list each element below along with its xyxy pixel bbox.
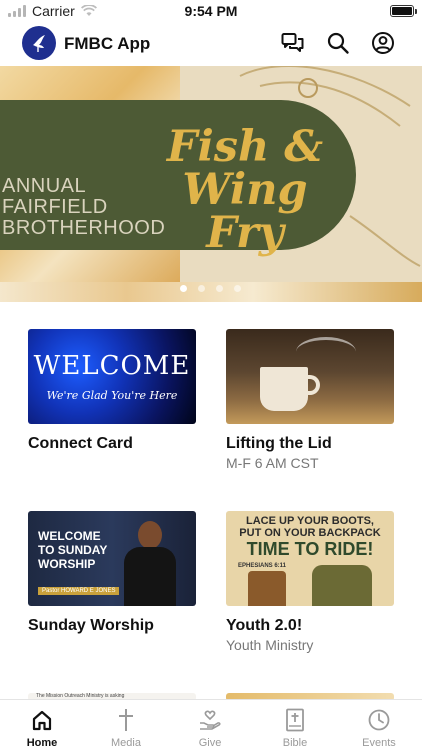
card-subtitle: Youth Ministry <box>226 637 314 653</box>
dove-icon <box>33 35 45 52</box>
boot-shape <box>248 571 286 606</box>
card-youth[interactable]: LACE UP YOUR BOOTS, PUT ON YOUR BACKPACK… <box>226 511 394 653</box>
thumb-text: WELCOME TO SUNDAY WORSHIP <box>38 529 108 571</box>
card-title: Lifting the Lid <box>226 435 332 452</box>
tab-media[interactable]: Media <box>84 700 168 750</box>
thumb-headline: TIME TO RIDE! <box>246 539 374 559</box>
carousel-dot-3[interactable] <box>216 285 223 292</box>
card-thumbnail: WELCOME We're Glad You're Here <box>28 329 196 424</box>
chat-icon[interactable] <box>280 30 306 56</box>
card-title: Sunday Worship <box>28 617 154 634</box>
carousel-dot-1[interactable] <box>180 285 187 292</box>
tab-events[interactable]: Events <box>337 700 421 750</box>
tab-label: Bible <box>282 737 308 749</box>
hero-banner[interactable]: ANNUAL FAIRFIELD BROTHERHOOD Fish & Wing… <box>0 66 422 302</box>
banner-title: Fish & Wing Fry <box>166 122 324 258</box>
tab-home[interactable]: Home <box>0 700 84 750</box>
carousel-dot-2[interactable] <box>198 285 205 292</box>
thumb-text: WELCOME <box>33 351 191 381</box>
search-icon[interactable] <box>325 30 351 56</box>
home-icon <box>30 708 54 732</box>
status-bar: Carrier 9:54 PM <box>0 0 422 22</box>
pastor-tag: Pastor HOWARD E JONES <box>38 587 120 595</box>
steam-shape <box>296 337 356 367</box>
carousel-dots[interactable] <box>180 285 241 292</box>
app-logo[interactable] <box>22 26 56 60</box>
pastor-figure <box>124 521 176 606</box>
tab-give[interactable]: Give <box>168 700 252 750</box>
tab-label: Media <box>111 737 141 749</box>
tab-bar: Home Media Give Bible Events <box>0 699 422 750</box>
thumb-text: LACE UP YOUR BOOTS, PUT ON YOUR BACKPACK <box>239 515 381 539</box>
bible-icon <box>283 708 307 732</box>
card-thumbnail: WELCOME TO SUNDAY WORSHIP Pastor HOWARD … <box>28 511 196 606</box>
card-subtitle: M-F 6 AM CST <box>226 455 319 471</box>
battery-icon <box>390 5 417 17</box>
card-title: Youth 2.0! <box>226 617 303 634</box>
give-icon <box>198 708 222 732</box>
app-title: FMBC App <box>64 34 151 53</box>
card-title: Connect Card <box>28 435 133 452</box>
tab-label: Give <box>198 737 222 749</box>
card-thumbnail <box>226 329 394 424</box>
thumb-subtext: We're Glad You're Here <box>46 389 178 402</box>
cup-handle-shape <box>304 375 320 395</box>
card-connect-card[interactable]: WELCOME We're Glad You're Here Connect C… <box>28 329 196 453</box>
app-header: FMBC App <box>0 24 422 64</box>
card-thumbnail: LACE UP YOUR BOOTS, PUT ON YOUR BACKPACK… <box>226 511 394 606</box>
backpack-shape <box>312 565 372 606</box>
card-sunday-worship[interactable]: WELCOME TO SUNDAY WORSHIP Pastor HOWARD … <box>28 511 196 635</box>
coffee-cup-shape <box>260 367 308 411</box>
thumb-verse: EPHESIANS 6:11 <box>238 563 287 569</box>
clock-icon <box>367 708 391 732</box>
tab-label: Events <box>362 737 396 749</box>
tab-label: Home <box>26 737 58 749</box>
tab-bible[interactable]: Bible <box>253 700 337 750</box>
carousel-dot-4[interactable] <box>234 285 241 292</box>
cross-icon <box>114 708 138 732</box>
status-time: 9:54 PM <box>184 3 238 19</box>
account-icon[interactable] <box>370 30 396 56</box>
card-lifting-the-lid[interactable]: Lifting the Lid M-F 6 AM CST <box>226 329 394 471</box>
